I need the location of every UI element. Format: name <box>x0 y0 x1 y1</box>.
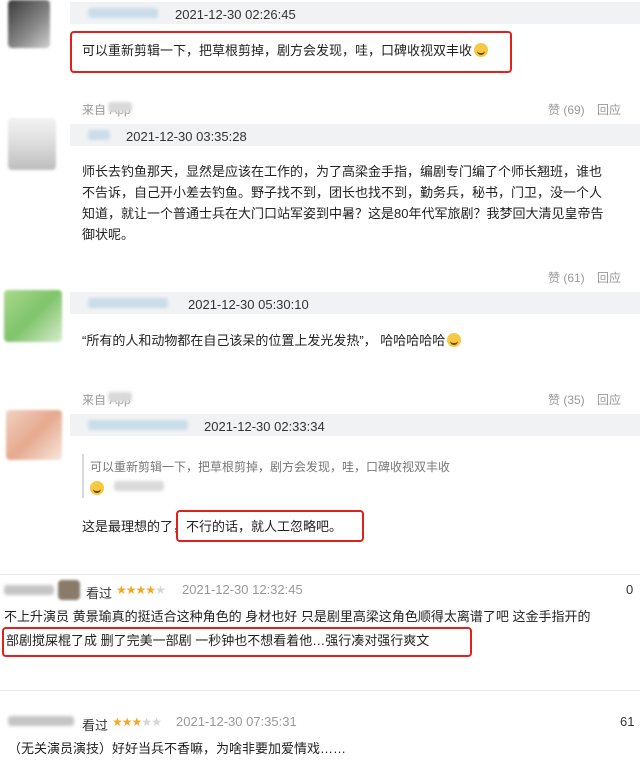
comment-text-content: 可以重新剪辑一下，把草根剪掉，剧方会发现，哇，口碑收视双丰收 <box>82 43 473 58</box>
comment-time: 2021-12-30 02:26:45 <box>175 7 296 22</box>
reply-button[interactable]: 回应 <box>597 391 621 408</box>
vote-count[interactable]: 0 <box>626 582 633 597</box>
comment-text: 师长去钓鱼那天，显然是应该在工作的，为了高梁金手指，编剧专门编了个师长翘班，谁也… <box>82 161 638 245</box>
avatar[interactable] <box>6 410 62 460</box>
comment-text: 可以重新剪辑一下，把草根剪掉，剧方会发现，哇，口碑收视双丰收 <box>82 40 489 61</box>
star-icon: ★ <box>151 715 162 729</box>
avatar[interactable] <box>8 0 50 48</box>
comment-text-highlight: 不行的话，就人工忽略吧。 <box>186 519 343 534</box>
star-icon: ★ <box>112 715 123 729</box>
review-time: 2021-12-30 12:32:45 <box>182 582 303 597</box>
star-icon: ★ <box>135 583 147 597</box>
comment-line: 御状呢。 <box>82 227 135 242</box>
avatar[interactable] <box>8 118 56 170</box>
rating-stars: ★★★★★ <box>112 715 162 729</box>
review-text: 部剧搅屎棍了成 删了完美一部剧 一秒钟也不想看着他…强行凑对强行爽文 <box>6 633 430 648</box>
review-time: 2021-12-30 07:35:31 <box>176 714 297 729</box>
quoted-comment-text: 可以重新剪辑一下，把草根剪掉，剧方会发现，哇，口碑收视双丰收 <box>90 460 451 474</box>
star-icon: ★ <box>125 583 137 597</box>
smile-emoji-icon <box>474 43 489 57</box>
vote-count[interactable]: 61 <box>620 714 634 729</box>
star-icon: ★ <box>116 583 127 597</box>
comment-line: 不告诉，自己开小差去钓鱼。野子找不到，团长也找不到，勤务兵，秘书，门卫，没一个人 <box>82 185 603 200</box>
comment-text-prefix: 这是最理想的了， <box>82 519 187 534</box>
comment-time: 2021-12-30 02:33:34 <box>204 419 325 434</box>
review-text: （无关演员演技）好好当兵不香嘛，为啥非要加爱情戏…… <box>8 741 347 756</box>
like-button[interactable]: 赞 (69) <box>548 101 585 118</box>
star-icon: ★ <box>121 715 133 729</box>
rating-stars: ★★★★★ <box>116 583 166 597</box>
comment-line: 师长去钓鱼那天，显然是应该在工作的，为了高梁金手指，编剧专门编了个师长翘班，谁也 <box>82 164 603 179</box>
star-icon: ★ <box>155 583 166 597</box>
reply-button[interactable]: 回应 <box>597 269 621 286</box>
smile-emoji-icon <box>447 333 462 347</box>
star-icon: ★ <box>131 715 143 729</box>
star-icon: ★ <box>145 583 156 597</box>
reply-button[interactable]: 回应 <box>597 101 621 118</box>
like-button[interactable]: 赞 (61) <box>548 269 585 286</box>
comment-text-content: “所有的人和动物都在自己该呆的位置上发光发热”， 哈哈哈哈哈 <box>82 333 446 348</box>
comment-line: 知道，就让一个普通士兵在大门口站军姿到中暑？这是80年代军旅剧？我梦回大清见皇帝… <box>82 206 604 221</box>
comment-text: “所有的人和动物都在自己该呆的位置上发光发热”， 哈哈哈哈哈 <box>82 330 462 351</box>
avatar[interactable] <box>58 580 80 600</box>
avatar[interactable] <box>4 290 62 342</box>
review-status: 看过 <box>86 586 113 601</box>
smile-emoji-icon <box>90 481 104 495</box>
like-button[interactable]: 赞 (35) <box>548 391 585 408</box>
comment-time: 2021-12-30 05:30:10 <box>188 297 309 312</box>
review-status: 看过 <box>82 718 109 733</box>
comment-time: 2021-12-30 03:35:28 <box>126 129 247 144</box>
review-text: 不上升演员 黄景瑜真的挺适合这种角色的 身材也好 只是剧里高梁这角色顺得太离谱了… <box>4 609 591 624</box>
star-icon: ★ <box>141 715 152 729</box>
